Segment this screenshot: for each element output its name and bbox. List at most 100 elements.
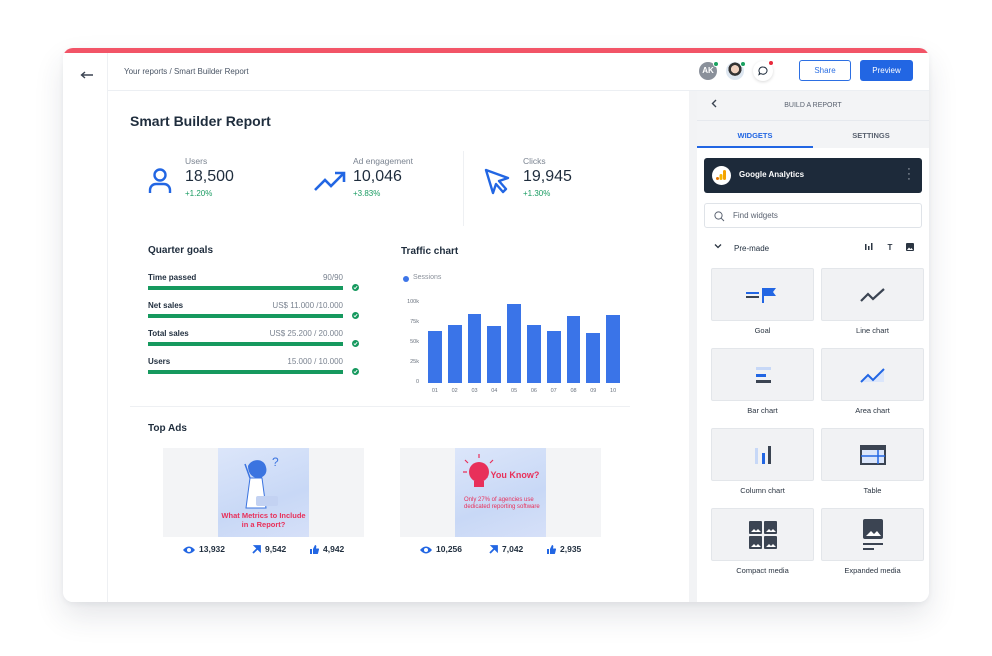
- ad-stats: 13,932 9,542 4,942: [183, 544, 363, 556]
- goal-item[interactable]: Time passed 90/90: [148, 273, 363, 295]
- chart-bar[interactable]: [526, 325, 541, 383]
- widget-column-chart[interactable]: Column chart: [711, 428, 814, 495]
- report-canvas: Smart Builder Report Users 18,500 +1.20%…: [108, 91, 689, 602]
- goal-value: 15.000 / 10.000: [287, 357, 343, 366]
- widget-label: Area chart: [855, 406, 890, 415]
- text-filter-icon[interactable]: T: [885, 243, 895, 253]
- kpi-value: 19,945: [523, 168, 572, 185]
- chart-bar[interactable]: [487, 326, 502, 383]
- legend-label-sessions: Sessions: [413, 274, 442, 281]
- build-report-panel: BUILD A REPORT WIDGETS SETTINGS Google A…: [697, 91, 929, 602]
- arrow-left-icon: [80, 71, 93, 79]
- chart-filter-icon[interactable]: [864, 243, 874, 253]
- legend-marker-sessions: [403, 276, 409, 282]
- widget-expanded-media[interactable]: Expanded media: [821, 508, 924, 575]
- x-tick-label: 09: [590, 388, 597, 394]
- svg-text:?: ?: [272, 455, 279, 469]
- y-tick-label: 0: [415, 379, 419, 385]
- widget-search[interactable]: [704, 203, 922, 228]
- check-circle-icon: [352, 340, 359, 347]
- widget-label: Expanded media: [844, 566, 901, 575]
- ad-card[interactable]: Did You Know? Only 27% of agencies use d…: [400, 448, 601, 537]
- tab-widgets[interactable]: WIDGETS: [697, 131, 813, 140]
- goal-progress-bar: [148, 342, 343, 346]
- panel-tabs: WIDGETS SETTINGS: [697, 121, 929, 148]
- breadcrumb[interactable]: Your reports / Smart Builder Report: [124, 67, 249, 76]
- x-tick-label: 04: [491, 388, 498, 394]
- kpi-value: 18,500: [185, 168, 234, 185]
- goal-value: 90/90: [322, 273, 343, 282]
- widget-goal[interactable]: Goal: [711, 268, 814, 335]
- ad-card[interactable]: ? What Metrics to Include in a Report?: [163, 448, 364, 537]
- data-source-card[interactable]: Google Analytics · · ·: [704, 158, 922, 193]
- x-tick-label: 07: [550, 388, 557, 394]
- goal-item[interactable]: Total sales US$ 25.200 / 20.000: [148, 329, 363, 351]
- comments-button[interactable]: [753, 60, 774, 81]
- goal-item[interactable]: Users 15.000 / 10.000: [148, 357, 363, 379]
- chart-bar[interactable]: [467, 314, 482, 383]
- chevron-down-icon[interactable]: [714, 243, 722, 249]
- ad-likes: 2,935: [547, 544, 581, 554]
- ad-stats: 10,256 7,042 2,935: [420, 544, 600, 556]
- chart-title: Traffic chart: [401, 246, 459, 257]
- chart-bar[interactable]: [507, 303, 522, 383]
- kpi-label: Users: [185, 156, 208, 166]
- tab-settings[interactable]: SETTINGS: [813, 131, 929, 140]
- chart-bar[interactable]: [447, 325, 462, 383]
- y-tick-label: 25k: [410, 359, 419, 365]
- share-button[interactable]: Share: [799, 60, 851, 81]
- bar-chart-small-icon: [865, 243, 873, 250]
- goal-label: Net sales: [148, 301, 184, 310]
- goal-progress-fill: [148, 314, 343, 318]
- goal-label: Users: [148, 357, 171, 366]
- ad-views: 13,932: [183, 544, 225, 554]
- chart-bar[interactable]: [566, 315, 581, 383]
- section-divider: [130, 406, 630, 407]
- kpi-label: Ad engagement: [353, 156, 414, 166]
- lightbulb-illustration: [463, 454, 494, 487]
- widget-search-input[interactable]: [733, 208, 913, 223]
- chart-bar[interactable]: [546, 331, 561, 383]
- goal-progress-bar: [148, 314, 343, 318]
- chart-bar[interactable]: [586, 333, 601, 383]
- widget-label: Compact media: [736, 566, 789, 575]
- ad-likes: 4,942: [310, 544, 344, 554]
- chart-bar[interactable]: [427, 331, 442, 383]
- widget-table[interactable]: Table: [821, 428, 924, 495]
- back-button[interactable]: [75, 65, 99, 85]
- goal-label: Total sales: [148, 329, 189, 338]
- widget-area-chart[interactable]: Area chart: [821, 348, 924, 415]
- kpi-change: +1.20%: [185, 189, 213, 198]
- page-title: Smart Builder Report: [130, 113, 271, 129]
- widget-bar-chart[interactable]: Bar chart: [711, 348, 814, 415]
- image-small-icon: [906, 243, 914, 251]
- widget-tile: [711, 428, 814, 481]
- thumbs-up-icon: [547, 545, 557, 554]
- widget-tile: [821, 508, 924, 561]
- search-icon: [714, 211, 725, 222]
- more-options-icon[interactable]: · · ·: [906, 164, 912, 185]
- avatar-ak[interactable]: AK: [699, 61, 719, 80]
- kpi-change: +3.83%: [353, 189, 381, 198]
- data-source-name: Google Analytics: [739, 170, 805, 179]
- goal-item[interactable]: Net sales US$ 11.000 /10.000: [148, 301, 363, 323]
- kpi-divider: [463, 151, 464, 226]
- widget-line-chart[interactable]: Line chart: [821, 268, 924, 335]
- thumbs-up-icon: [310, 545, 320, 554]
- image-filter-icon[interactable]: [905, 243, 915, 253]
- preview-button[interactable]: Preview: [860, 60, 913, 81]
- goal-value: US$ 25.200 / 20.000: [269, 329, 343, 338]
- widget-tile: [821, 348, 924, 401]
- eye-icon: [420, 546, 432, 554]
- y-tick-label: 100k: [407, 299, 419, 305]
- goal-progress-fill: [148, 286, 343, 290]
- kpi-label: Clicks: [523, 156, 546, 166]
- widget-label: Line chart: [856, 326, 889, 335]
- kpi-value: 10,046: [353, 168, 402, 185]
- panel-header: BUILD A REPORT: [697, 91, 929, 121]
- widget-compact-media[interactable]: Compact media: [711, 508, 814, 575]
- avatar-user-photo[interactable]: [726, 61, 746, 80]
- chart-bar[interactable]: [606, 315, 621, 383]
- report-builder-window: Your reports / Smart Builder Report AK S…: [63, 48, 929, 602]
- x-tick-label: 08: [570, 388, 577, 394]
